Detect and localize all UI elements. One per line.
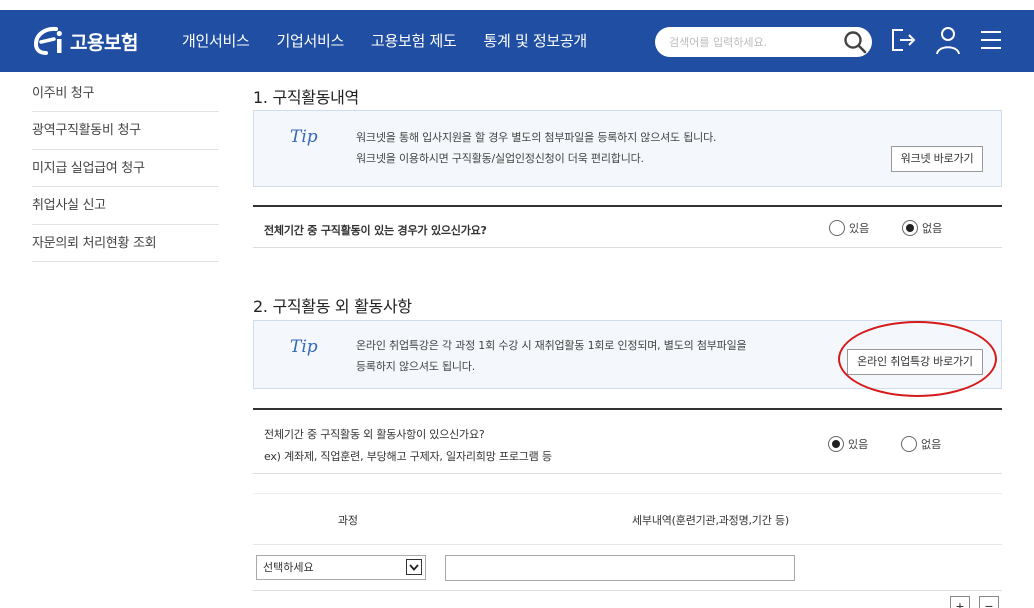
remove-row-button[interactable]: − xyxy=(979,596,999,608)
section-title-other-activities: 2. 구직활동 외 활동사항 xyxy=(253,297,412,316)
sidebar-menu: 이주비 청구 광역구직활동비 청구 미지급 실업급여 청구 취업사실 신고 자문… xyxy=(32,76,219,262)
question-other-activities-example: ex) 계좌제, 직업훈련, 부당해고 구제자, 일자리희망 프로그램 등 xyxy=(264,450,552,463)
tip-text-worknet: 워크넷을 통해 입사지원을 할 경우 별도의 첨부파일을 등록하지 않으셔도 됩… xyxy=(356,127,717,169)
tip-line: 등록하지 않으셔도 됩니다. xyxy=(356,360,476,373)
table-row-divider xyxy=(253,590,1002,591)
radio-circle-selected[interactable] xyxy=(828,436,844,452)
tip-box-online-lecture: Tip 온라인 취업특강은 각 과정 1회 수강 시 재취업활동 1회로 인정되… xyxy=(253,320,1002,389)
sidebar-item-regional-jobsearch-claim[interactable]: 광역구직활동비 청구 xyxy=(32,112,219,150)
add-row-button[interactable]: + xyxy=(950,596,970,608)
online-lecture-shortcut-button[interactable]: 온라인 취업특강 바로가기 xyxy=(847,349,983,375)
tip-box-worknet: Tip 워크넷을 통해 입사지원을 할 경우 별도의 첨부파일을 등록하지 않으… xyxy=(253,110,1002,187)
nav-business-service[interactable]: 기업서비스 xyxy=(277,30,345,51)
sidebar-item-employment-report[interactable]: 취업사실 신고 xyxy=(32,187,219,225)
nav-insurance-system[interactable]: 고용보험 제도 xyxy=(371,30,457,51)
radio-other-yes[interactable]: 있음 xyxy=(828,436,868,452)
column-header-detail: 세부내역(훈련기관,과정명,기간 등) xyxy=(632,514,789,527)
radio-jobsearch-no[interactable]: 없음 xyxy=(902,220,942,236)
radio-circle-selected[interactable] xyxy=(902,220,918,236)
radio-jobsearch-yes[interactable]: 있음 xyxy=(829,220,869,236)
question-jobsearch: 전체기간 중 구직활동이 있는 경우가 있으신가요? xyxy=(264,224,487,237)
logo-icon xyxy=(33,26,62,55)
tip-line: 워크넷을 통해 입사지원을 할 경우 별도의 첨부파일을 등록하지 않으셔도 됩… xyxy=(356,131,717,144)
worknet-shortcut-button[interactable]: 워크넷 바로가기 xyxy=(891,146,983,172)
user-icon[interactable] xyxy=(934,26,962,56)
detail-input[interactable] xyxy=(445,555,795,581)
course-select[interactable]: 선택하세요 xyxy=(256,555,426,580)
nav-personal-service[interactable]: 개인서비스 xyxy=(182,30,250,51)
course-select-value: 선택하세요 xyxy=(263,561,314,574)
search-box xyxy=(655,27,872,57)
sidebar-item-consultation-status[interactable]: 자문의뢰 처리현황 조회 xyxy=(32,225,219,262)
tip-icon: Tip xyxy=(290,127,318,147)
sidebar-item-relocation-claim[interactable]: 이주비 청구 xyxy=(32,76,219,112)
tip-text-online-lecture: 온라인 취업특강은 각 과정 1회 수강 시 재취업활동 1회로 인정되며, 별… xyxy=(356,335,747,377)
section-title-jobsearch: 1. 구직활동내역 xyxy=(253,88,359,107)
sidebar-item-unpaid-benefit-claim[interactable]: 미지급 실업급여 청구 xyxy=(32,150,219,187)
tip-icon: Tip xyxy=(290,337,318,357)
tip-line: 온라인 취업특강은 각 과정 1회 수강 시 재취업활동 1회로 인정되며, 별… xyxy=(356,339,747,352)
logo[interactable]: 고용보험 xyxy=(32,24,138,58)
top-header: 고용보험 개인서비스 기업서비스 고용보험 제도 통계 및 정보공개 xyxy=(0,10,1034,72)
radio-circle[interactable] xyxy=(829,220,845,236)
search-icon[interactable] xyxy=(843,30,867,54)
radio-other-no[interactable]: 없음 xyxy=(901,436,941,452)
main-nav: 개인서비스 기업서비스 고용보험 제도 통계 및 정보공개 xyxy=(182,30,614,51)
question-row-other-activities: 전체기간 중 구직활동 외 활동사항이 있으신가요? ex) 계좌제, 직업훈련… xyxy=(253,408,1002,474)
radio-label: 없음 xyxy=(922,222,943,235)
question-row-jobsearch: 전체기간 중 구직활동이 있는 경우가 있으신가요? 있음 없음 xyxy=(253,205,1002,248)
search-input[interactable] xyxy=(669,31,839,53)
question-other-activities: 전체기간 중 구직활동 외 활동사항이 있으신가요? xyxy=(264,428,485,441)
logout-icon[interactable] xyxy=(889,26,917,54)
menu-icon[interactable] xyxy=(979,28,1003,52)
radio-circle[interactable] xyxy=(901,436,917,452)
nav-statistics[interactable]: 통계 및 정보공개 xyxy=(484,30,588,51)
logo-text: 고용보험 xyxy=(70,31,138,54)
radio-label: 없음 xyxy=(921,438,942,451)
radio-label: 있음 xyxy=(849,222,870,235)
radio-label: 있음 xyxy=(848,438,869,451)
column-header-course: 과정 xyxy=(338,514,358,527)
tip-line: 워크넷을 이용하시면 구직활동/실업인정신청이 더욱 편리합니다. xyxy=(356,152,644,165)
chevron-down-icon[interactable] xyxy=(406,559,422,575)
activity-table-header: 과정 세부내역(훈련기관,과정명,기간 등) xyxy=(253,493,1002,545)
